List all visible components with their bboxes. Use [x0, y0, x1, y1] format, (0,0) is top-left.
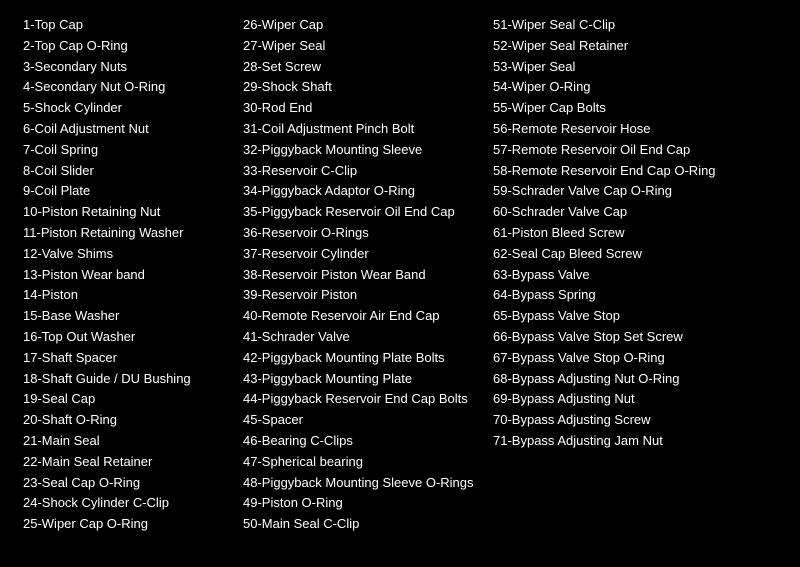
list-item: 51-Wiper Seal C-Clip: [493, 15, 757, 36]
list-item: 4-Secondary Nut O-Ring: [23, 77, 227, 98]
list-item: 11-Piston Retaining Washer: [23, 223, 227, 244]
list-item: 29-Shock Shaft: [243, 77, 477, 98]
list-item: 24-Shock Cylinder C-Clip: [23, 493, 227, 514]
list-item: 30-Rod End: [243, 98, 477, 119]
list-item: 20-Shaft O-Ring: [23, 410, 227, 431]
list-item: 55-Wiper Cap Bolts: [493, 98, 757, 119]
list-item: 7-Coil Spring: [23, 140, 227, 161]
list-item: 46-Bearing C-Clips: [243, 431, 477, 452]
list-item: 32-Piggyback Mounting Sleeve: [243, 140, 477, 161]
list-item: 33-Reservoir C-Clip: [243, 161, 477, 182]
list-item: 44-Piggyback Reservoir End Cap Bolts: [243, 389, 477, 410]
list-item: 41-Schrader Valve: [243, 327, 477, 348]
list-item: 35-Piggyback Reservoir Oil End Cap: [243, 202, 477, 223]
list-item: 50-Main Seal C-Clip: [243, 514, 477, 535]
list-item: 59-Schrader Valve Cap O-Ring: [493, 181, 757, 202]
list-item: 60-Schrader Valve Cap: [493, 202, 757, 223]
list-item: 22-Main Seal Retainer: [23, 452, 227, 473]
list-item: 37-Reservoir Cylinder: [243, 244, 477, 265]
list-item: 8-Coil Slider: [23, 161, 227, 182]
list-item: 40-Remote Reservoir Air End Cap: [243, 306, 477, 327]
column-2: 26-Wiper Cap27-Wiper Seal28-Set Screw29-…: [235, 10, 485, 540]
list-item: 69-Bypass Adjusting Nut: [493, 389, 757, 410]
list-item: 14-Piston: [23, 285, 227, 306]
list-item: 48-Piggyback Mounting Sleeve O-Rings: [243, 473, 477, 494]
list-item: 1-Top Cap: [23, 15, 227, 36]
list-item: 70-Bypass Adjusting Screw: [493, 410, 757, 431]
list-item: 52-Wiper Seal Retainer: [493, 36, 757, 57]
list-item: 63-Bypass Valve: [493, 265, 757, 286]
list-item: 6-Coil Adjustment Nut: [23, 119, 227, 140]
list-item: 64-Bypass Spring: [493, 285, 757, 306]
list-item: 2-Top Cap O-Ring: [23, 36, 227, 57]
list-item: 5-Shock Cylinder: [23, 98, 227, 119]
list-item: 56-Remote Reservoir Hose: [493, 119, 757, 140]
list-item: 62-Seal Cap Bleed Screw: [493, 244, 757, 265]
list-item: 19-Seal Cap: [23, 389, 227, 410]
list-item: 27-Wiper Seal: [243, 36, 477, 57]
list-item: 45-Spacer: [243, 410, 477, 431]
list-item: 66-Bypass Valve Stop Set Screw: [493, 327, 757, 348]
list-item: 23-Seal Cap O-Ring: [23, 473, 227, 494]
list-item: 38-Reservoir Piston Wear Band: [243, 265, 477, 286]
list-item: 15-Base Washer: [23, 306, 227, 327]
list-item: 39-Reservoir Piston: [243, 285, 477, 306]
list-item: 54-Wiper O-Ring: [493, 77, 757, 98]
list-item: 16-Top Out Washer: [23, 327, 227, 348]
list-item: 28-Set Screw: [243, 57, 477, 78]
parts-list: 1-Top Cap2-Top Cap O-Ring3-Secondary Nut…: [15, 10, 785, 540]
list-item: 61-Piston Bleed Screw: [493, 223, 757, 244]
list-item: 58-Remote Reservoir End Cap O-Ring: [493, 161, 757, 182]
list-item: 42-Piggyback Mounting Plate Bolts: [243, 348, 477, 369]
list-item: 65-Bypass Valve Stop: [493, 306, 757, 327]
list-item: 34-Piggyback Adaptor O-Ring: [243, 181, 477, 202]
list-item: 53-Wiper Seal: [493, 57, 757, 78]
list-item: 17-Shaft Spacer: [23, 348, 227, 369]
list-item: 18-Shaft Guide / DU Bushing: [23, 369, 227, 390]
list-item: 71-Bypass Adjusting Jam Nut: [493, 431, 757, 452]
list-item: 43-Piggyback Mounting Plate: [243, 369, 477, 390]
list-item: 25-Wiper Cap O-Ring: [23, 514, 227, 535]
list-item: 3-Secondary Nuts: [23, 57, 227, 78]
column-1: 1-Top Cap2-Top Cap O-Ring3-Secondary Nut…: [15, 10, 235, 540]
list-item: 31-Coil Adjustment Pinch Bolt: [243, 119, 477, 140]
column-3: 51-Wiper Seal C-Clip52-Wiper Seal Retain…: [485, 10, 765, 540]
list-item: 47-Spherical bearing: [243, 452, 477, 473]
list-item: 26-Wiper Cap: [243, 15, 477, 36]
list-item: 68-Bypass Adjusting Nut O-Ring: [493, 369, 757, 390]
list-item: 67-Bypass Valve Stop O-Ring: [493, 348, 757, 369]
list-item: 10-Piston Retaining Nut: [23, 202, 227, 223]
list-item: 49-Piston O-Ring: [243, 493, 477, 514]
list-item: 57-Remote Reservoir Oil End Cap: [493, 140, 757, 161]
list-item: 13-Piston Wear band: [23, 265, 227, 286]
list-item: 21-Main Seal: [23, 431, 227, 452]
list-item: 36-Reservoir O-Rings: [243, 223, 477, 244]
list-item: 12-Valve Shims: [23, 244, 227, 265]
list-item: 9-Coil Plate: [23, 181, 227, 202]
